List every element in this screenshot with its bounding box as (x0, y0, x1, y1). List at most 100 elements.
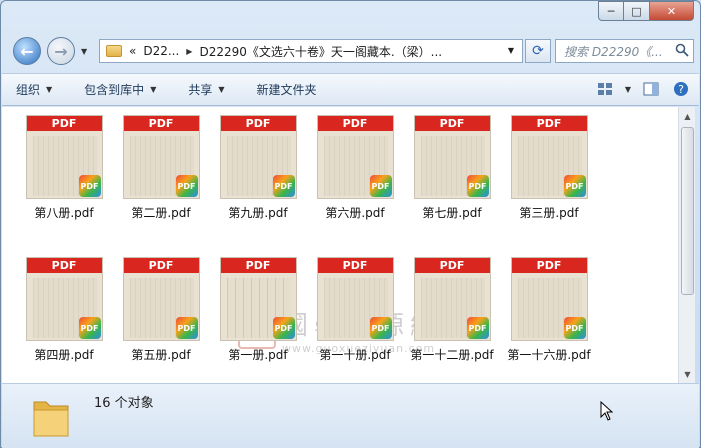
scrollbar-thumb[interactable] (681, 127, 694, 295)
pdf-thumbnail: PDF PDF (122, 257, 200, 341)
refresh-icon: ⟳ (532, 43, 544, 59)
breadcrumb-item-current[interactable]: D22290《文选六十卷》天一阁藏本.（梁）... (199, 43, 442, 60)
pdf-app-icon: PDF (369, 175, 392, 197)
pdf-band: PDF (220, 258, 296, 273)
pdf-app-icon: PDF (78, 175, 101, 197)
window-controls: ─ □ ✕ (598, 1, 694, 21)
pdf-band: PDF (220, 116, 296, 131)
pdf-app-icon: PDF (466, 175, 489, 197)
pdf-thumbnail: PDF PDF (219, 115, 297, 199)
file-item[interactable]: PDF PDF 第一册.pdf (212, 257, 304, 363)
chevron-down-icon: ▼ (46, 85, 53, 94)
refresh-button[interactable]: ⟳ (525, 39, 551, 63)
folder-icon (33, 401, 69, 437)
file-name: 第一十册.pdf (319, 348, 391, 362)
file-name: 第一十六册.pdf (507, 348, 591, 362)
file-item[interactable]: PDF PDF 第一十六册.pdf (503, 257, 595, 363)
include-in-library-menu[interactable]: 包含到库中 ▼ (84, 81, 156, 98)
pdf-thumbnail: PDF PDF (510, 115, 588, 199)
minimize-button[interactable]: ─ (598, 1, 624, 21)
pdf-band: PDF (317, 116, 393, 131)
file-name: 第四册.pdf (34, 348, 94, 362)
organize-menu[interactable]: 组织 ▼ (16, 81, 52, 98)
search-icon[interactable] (675, 43, 689, 57)
scroll-down-arrow-icon[interactable]: ▼ (680, 366, 695, 382)
toolbar-right: ▼ ? (595, 80, 691, 98)
new-folder-label: 新建文件夹 (256, 83, 317, 97)
close-button[interactable]: ✕ (650, 1, 694, 21)
navigation-bar: ← → ▼ « D22... ▶ D22290《文选六十卷》天一阁藏本.（梁）.… (9, 35, 694, 67)
file-name: 第八册.pdf (34, 206, 94, 220)
chevron-down-icon: ▼ (218, 85, 225, 94)
file-item[interactable]: PDF PDF 第六册.pdf (309, 115, 401, 221)
file-item[interactable]: PDF PDF 第五册.pdf (115, 257, 207, 363)
file-list: 國 國學資源網 www.guoxueziyuan.com PDFPDF第八册.p… (2, 107, 678, 383)
address-dropdown-icon[interactable]: ▼ (508, 46, 514, 55)
file-item[interactable]: PDF PDF 第七册.pdf (406, 115, 498, 221)
file-item[interactable]: PDF PDF 第四册.pdf (18, 257, 110, 363)
item-count: 16 个对象 (94, 396, 154, 411)
chevron-down-icon: ▼ (150, 85, 157, 94)
file-name: 第六册.pdf (325, 206, 385, 220)
file-name: 第九册.pdf (228, 206, 288, 220)
pdf-app-icon: PDF (466, 317, 489, 339)
svg-text:?: ? (678, 83, 684, 96)
file-item[interactable]: PDF PDF 第一十二册.pdf (406, 257, 498, 363)
pdf-band: PDF (511, 116, 587, 131)
file-name: 第二册.pdf (131, 206, 191, 220)
pdf-band: PDF (123, 116, 199, 131)
arrow-left-icon: ← (20, 41, 34, 61)
pdf-thumbnail: PDF PDF (413, 257, 491, 341)
pdf-app-icon: PDF (369, 317, 392, 339)
include-in-library-label: 包含到库中 (84, 83, 145, 97)
pdf-app-icon: PDF (78, 317, 101, 339)
preview-pane-button[interactable] (641, 80, 661, 98)
help-button[interactable]: ? (671, 80, 691, 98)
new-folder-button[interactable]: 新建文件夹 (257, 81, 317, 98)
share-menu[interactable]: 共享 ▼ (188, 81, 224, 98)
preview-pane-icon (643, 82, 659, 96)
pdf-band: PDF (317, 258, 393, 273)
pdf-band: PDF (26, 116, 102, 131)
file-item[interactable]: PDF PDF 第二册.pdf (115, 115, 207, 221)
forward-button[interactable]: → (47, 37, 75, 65)
pdf-band: PDF (414, 116, 490, 131)
pdf-app-icon: PDF (563, 175, 586, 197)
breadcrumb-item-parent[interactable]: D22... (143, 44, 179, 58)
maximize-button[interactable]: □ (624, 1, 650, 21)
search-placeholder: 搜索 D22290《... (564, 44, 663, 59)
breadcrumb-overflow[interactable]: « (129, 44, 136, 58)
file-item[interactable]: PDF PDF 第三册.pdf (503, 115, 595, 221)
arrow-right-icon: → (54, 41, 68, 61)
pdf-thumbnail: PDF PDF (413, 115, 491, 199)
view-dropdown-icon[interactable]: ▼ (625, 85, 631, 94)
file-name: 第一册.pdf (228, 348, 288, 362)
share-label: 共享 (188, 83, 213, 97)
back-button[interactable]: ← (13, 37, 41, 65)
file-item[interactable]: PDF PDF 第八册.pdf (18, 115, 110, 221)
organize-label: 组织 (16, 83, 41, 97)
chevron-right-icon[interactable]: ▶ (186, 47, 192, 56)
mouse-cursor-icon (600, 401, 614, 421)
command-toolbar: 组织 ▼ 包含到库中 ▼ 共享 ▼ 新建文件夹 ▼ ? (2, 73, 699, 106)
scroll-up-arrow-icon[interactable]: ▲ (680, 108, 695, 124)
address-bar[interactable]: « D22... ▶ D22290《文选六十卷》天一阁藏本.（梁）... ▼ (99, 39, 523, 63)
pdf-thumbnail: PDF PDF (316, 257, 394, 341)
pdf-app-icon: PDF (175, 317, 198, 339)
details-pane: 16 个对象 (2, 383, 699, 448)
file-item[interactable]: PDF PDF 第九册.pdf (212, 115, 304, 221)
file-item[interactable]: PDF PDF 第一十册.pdf (309, 257, 401, 363)
pdf-thumbnail: PDF PDF (122, 115, 200, 199)
recent-pages-dropdown[interactable]: ▼ (81, 47, 87, 56)
search-input[interactable]: 搜索 D22290《... (555, 39, 694, 63)
pdf-thumbnail: PDF PDF (510, 257, 588, 341)
pdf-band: PDF (26, 258, 102, 273)
vertical-scrollbar[interactable]: ▲ ▼ (678, 107, 695, 383)
pdf-app-icon: PDF (272, 317, 295, 339)
file-name: 第七册.pdf (422, 206, 482, 220)
help-icon: ? (674, 82, 688, 96)
pdf-thumbnail: PDF PDF (316, 115, 394, 199)
explorer-window: ─ □ ✕ ← → ▼ « D22... ▶ D22290《文选六十卷》天一阁藏… (0, 0, 701, 448)
view-options-button[interactable] (595, 80, 615, 98)
file-name: 第五册.pdf (131, 348, 191, 362)
